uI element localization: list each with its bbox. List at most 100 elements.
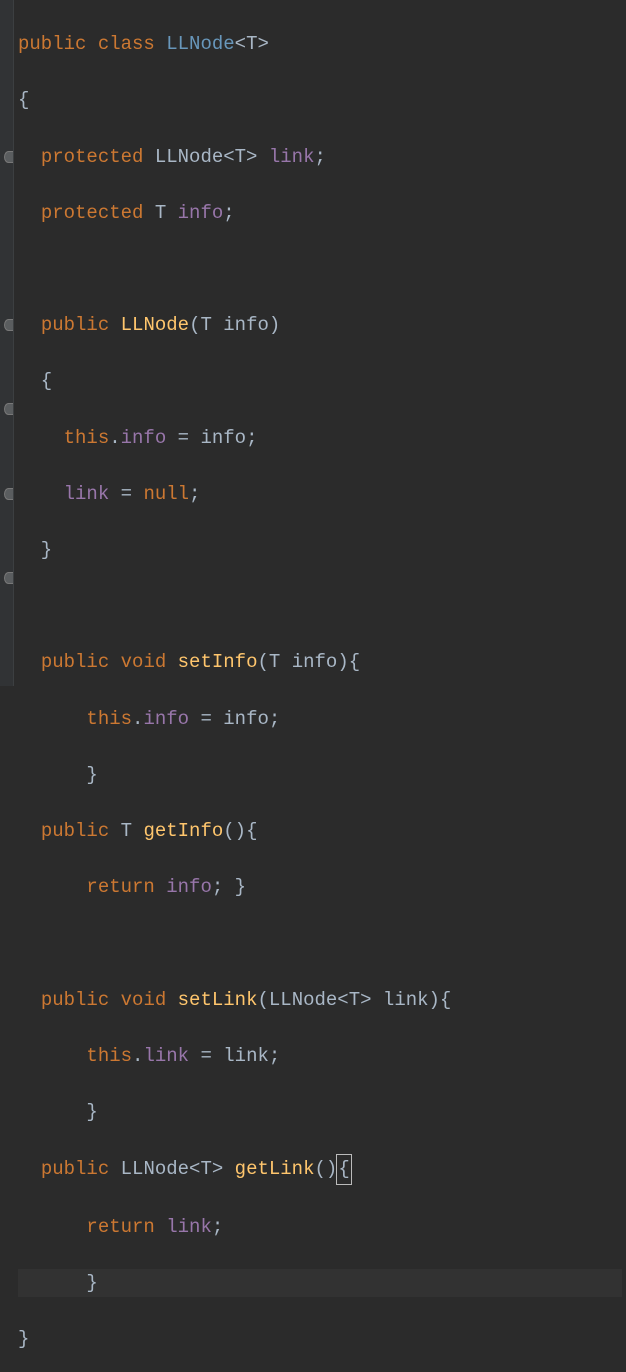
brace: {	[18, 89, 29, 111]
method-name: setInfo	[178, 651, 258, 673]
semicolon: ;	[212, 1216, 223, 1238]
code-line	[18, 255, 622, 283]
this-keyword: this	[86, 708, 132, 730]
keyword: public	[41, 989, 109, 1011]
gutter-marker	[4, 319, 13, 331]
param-type: T	[269, 651, 280, 673]
code-line	[18, 930, 622, 958]
code-line: protected T info;	[18, 199, 622, 227]
this-keyword: this	[86, 1045, 132, 1067]
code-line: public void setInfo(T info){	[18, 648, 622, 676]
dot: .	[132, 1045, 143, 1067]
code-line: {	[18, 367, 622, 395]
paren: (	[257, 989, 268, 1011]
paren: ){	[337, 651, 360, 673]
paren: (	[257, 651, 268, 673]
code-line: this.link = link;	[18, 1042, 622, 1070]
code-line: }	[18, 761, 622, 789]
equals: =	[166, 427, 200, 449]
code-line: return link;	[18, 1213, 622, 1241]
field: link	[269, 146, 315, 168]
code-line: public LLNode<T> getLink(){	[18, 1154, 622, 1184]
code-line: }	[18, 536, 622, 564]
this-keyword: this	[64, 427, 110, 449]
param-ref: link	[223, 1045, 269, 1067]
code-line: protected LLNode<T> link;	[18, 143, 622, 171]
equals: =	[189, 708, 223, 730]
param-type: LLNode<T>	[269, 989, 372, 1011]
brace: }	[18, 539, 52, 561]
code-line: }	[18, 1098, 622, 1126]
class-name: LLNode	[166, 33, 234, 55]
param-name: link	[383, 989, 429, 1011]
keyword: public	[18, 33, 86, 55]
code-line: public T getInfo(){	[18, 817, 622, 845]
gutter-marker	[4, 488, 13, 500]
constructor-name: LLNode	[121, 314, 189, 336]
gutter-marker	[4, 572, 13, 584]
brace: {	[18, 370, 52, 392]
code-line: {	[18, 86, 622, 114]
method-name: getLink	[235, 1158, 315, 1180]
keyword: public	[41, 1158, 109, 1180]
type: T	[155, 202, 166, 224]
param-type: T	[200, 314, 211, 336]
semicolon: ;	[223, 202, 234, 224]
keyword: class	[98, 33, 155, 55]
param-name: info	[223, 314, 269, 336]
equals: =	[189, 1045, 223, 1067]
method-name: getInfo	[143, 820, 223, 842]
param-ref: info	[200, 427, 246, 449]
semicolon: ;	[189, 483, 200, 505]
semicolon: ;	[269, 1045, 280, 1067]
keyword: void	[121, 989, 167, 1011]
keyword: return	[86, 876, 154, 898]
field: info	[166, 876, 212, 898]
code-line	[18, 592, 622, 620]
keyword: void	[121, 651, 167, 673]
field: info	[178, 202, 224, 224]
code-line: }	[18, 1325, 622, 1353]
brace: }	[18, 1101, 98, 1123]
code-line: this.info = info;	[18, 705, 622, 733]
brace: }	[18, 764, 98, 786]
equals: =	[109, 483, 143, 505]
param-name: info	[292, 651, 338, 673]
semicolon: ;	[269, 708, 280, 730]
brace: }	[18, 1328, 29, 1350]
keyword: public	[41, 820, 109, 842]
type: LLNode<T>	[155, 146, 258, 168]
editor-gutter	[0, 0, 14, 686]
paren: (	[189, 314, 200, 336]
brace: }	[18, 1272, 98, 1294]
method-name: setLink	[178, 989, 258, 1011]
return-type: T	[121, 820, 132, 842]
keyword: protected	[41, 202, 144, 224]
code-line: public LLNode(T info)	[18, 311, 622, 339]
code-line: link = null;	[18, 480, 622, 508]
paren: ){	[429, 989, 452, 1011]
field: link	[64, 483, 110, 505]
field: link	[143, 1045, 189, 1067]
semicolon: ;	[314, 146, 325, 168]
field: info	[143, 708, 189, 730]
gutter-marker	[4, 151, 13, 163]
return-type: LLNode<T>	[121, 1158, 224, 1180]
code-line-active: }	[18, 1269, 622, 1297]
parens: ()	[315, 1158, 338, 1180]
code-line: public void setLink(LLNode<T> link){	[18, 986, 622, 1014]
dot: .	[132, 708, 143, 730]
keyword: protected	[41, 146, 144, 168]
field: info	[121, 427, 167, 449]
code-line: return info; }	[18, 873, 622, 901]
code-line: this.info = info;	[18, 424, 622, 452]
keyword: public	[41, 314, 109, 336]
param-ref: info	[223, 708, 269, 730]
keyword: return	[86, 1216, 154, 1238]
gutter-marker	[4, 403, 13, 415]
cursor: {	[336, 1154, 351, 1184]
paren: )	[269, 314, 280, 336]
code-editor[interactable]: public class LLNode<T> { protected LLNod…	[14, 0, 626, 686]
dot: .	[109, 427, 120, 449]
parens: (){	[223, 820, 257, 842]
